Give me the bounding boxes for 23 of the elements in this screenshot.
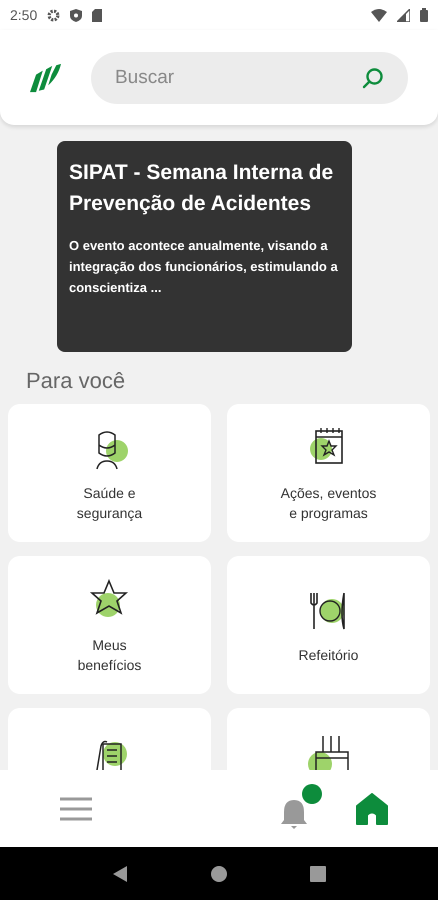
home-circle-icon[interactable] <box>210 864 228 882</box>
banner-text: O evento acontece anualmente, visando a integração dos funcionários, estimulando a conscientiza ... <box>69 237 339 297</box>
clock: 2:50 <box>10 7 38 23</box>
search-field[interactable]: Buscar <box>91 52 408 104</box>
sd-card-icon <box>92 8 102 22</box>
back-icon[interactable] <box>110 864 129 882</box>
bell-icon[interactable] <box>280 798 308 830</box>
recents-icon[interactable] <box>309 864 328 882</box>
shield-icon <box>70 8 82 22</box>
category-card[interactable]: Meus benefícios <box>8 556 211 694</box>
battery-icon <box>420 8 428 22</box>
news-banner[interactable]: SIPAT - Semana Interna de Prevenção de Acidentes O evento acontece anualmente, visando a integração dos funcionários, estimulando a conscientiza ... <box>57 141 352 352</box>
gear-icon <box>47 8 60 22</box>
category-card[interactable]: Refeitório <box>227 556 430 694</box>
banner-title: SIPAT - Semana Interna de Prevenção de Acidentes <box>69 160 334 217</box>
signal-icon <box>397 8 410 22</box>
category-card[interactable]: Saúde e segurança <box>8 404 211 542</box>
wifi-icon <box>371 8 387 22</box>
search-icon[interactable] <box>362 66 384 88</box>
search-input[interactable]: Buscar <box>113 66 362 90</box>
category-card[interactable]: Ações, eventos e programas <box>227 404 430 542</box>
category-icon <box>306 734 352 770</box>
section-title: Para você <box>26 368 126 394</box>
